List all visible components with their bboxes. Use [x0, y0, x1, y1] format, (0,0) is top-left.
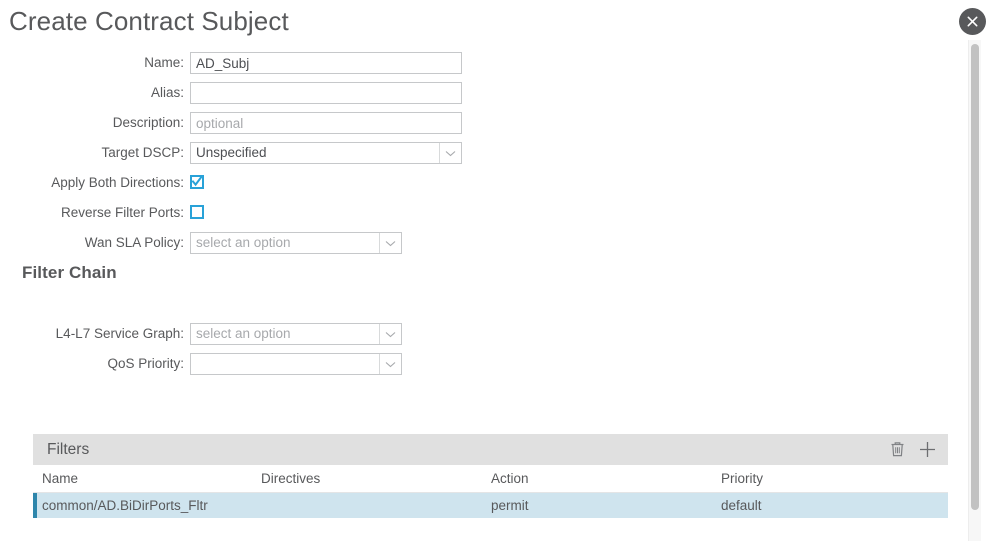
chevron-down-icon — [379, 324, 401, 344]
form-row-wan-sla-policy: Wan SLA Policy: select an option — [0, 232, 950, 262]
field-wrap-wan-sla-policy: select an option — [190, 232, 402, 254]
delete-filter-button[interactable] — [882, 434, 912, 465]
field-wrap-name — [190, 52, 462, 74]
section-heading-filter-chain: Filter Chain — [22, 263, 117, 282]
chevron-down-icon — [379, 354, 401, 374]
column-header-action: Action — [491, 471, 529, 486]
wan-sla-policy-value: select an option — [196, 235, 291, 250]
label-target-dscp: Target DSCP: — [101, 145, 184, 160]
filters-panel-title: Filters — [47, 440, 90, 458]
label-name: Name: — [144, 55, 184, 70]
chevron-down-icon — [379, 233, 401, 253]
column-header-priority: Priority — [721, 471, 764, 486]
filter-chain-form: L4-L7 Service Graph: select an option Qo… — [0, 323, 950, 383]
form-row-alias: Alias: — [0, 82, 950, 112]
form-row-qos-priority: QoS Priority: — [0, 353, 950, 383]
close-button[interactable] — [959, 8, 986, 35]
cell-action: permit — [491, 498, 529, 513]
field-wrap-description — [190, 112, 462, 134]
field-wrap-reverse-filter-ports — [190, 202, 204, 219]
target-dscp-select[interactable]: Unspecified — [190, 142, 462, 164]
apply-both-directions-checkbox[interactable] — [190, 175, 204, 189]
qos-priority-select[interactable] — [190, 353, 402, 375]
label-description: Description: — [112, 115, 184, 130]
plus-icon — [919, 441, 936, 458]
vertical-scrollbar-thumb[interactable] — [971, 44, 979, 510]
column-header-directives: Directives — [261, 471, 321, 486]
description-input[interactable] — [190, 112, 462, 134]
label-reverse-filter-ports: Reverse Filter Ports: — [60, 205, 184, 220]
field-wrap-apply-both-directions — [190, 172, 204, 189]
form-row-name: Name: — [0, 52, 950, 82]
close-icon — [959, 8, 986, 35]
l4l7-service-graph-select[interactable]: select an option — [190, 323, 402, 345]
trash-icon — [890, 441, 905, 458]
label-qos-priority: QoS Priority: — [107, 356, 184, 371]
contract-subject-form: Name: Alias: Description: Target DSCP: U… — [0, 52, 950, 262]
name-input[interactable] — [190, 52, 462, 74]
label-apply-both-directions: Apply Both Directions: — [51, 175, 184, 190]
form-row-l4l7-service-graph: L4-L7 Service Graph: select an option — [0, 323, 950, 353]
cell-priority: default — [721, 498, 762, 513]
label-l4l7-service-graph: L4-L7 Service Graph: — [55, 326, 184, 341]
field-wrap-qos-priority — [190, 353, 402, 375]
filters-table-header: Name Directives Action Priority — [33, 465, 948, 493]
label-alias: Alias: — [150, 85, 184, 100]
chevron-down-icon — [439, 143, 461, 163]
field-wrap-alias — [190, 82, 462, 104]
form-row-reverse-filter-ports: Reverse Filter Ports: — [0, 202, 950, 232]
cell-name: common/AD.BiDirPorts_Fltr — [42, 498, 208, 513]
form-row-target-dscp: Target DSCP: Unspecified — [0, 142, 950, 172]
filters-panel-header: Filters — [33, 434, 948, 465]
field-wrap-target-dscp: Unspecified — [190, 142, 462, 164]
column-header-name: Name — [42, 471, 79, 486]
label-wan-sla-policy: Wan SLA Policy: — [84, 235, 184, 250]
reverse-filter-ports-checkbox[interactable] — [190, 205, 204, 219]
alias-input[interactable] — [190, 82, 462, 104]
add-filter-button[interactable] — [912, 434, 942, 465]
form-row-description: Description: — [0, 112, 950, 142]
l4l7-service-graph-value: select an option — [196, 326, 291, 341]
field-wrap-l4l7-service-graph: select an option — [190, 323, 402, 345]
page-title: Create Contract Subject — [9, 6, 289, 36]
wan-sla-policy-select[interactable]: select an option — [190, 232, 402, 254]
target-dscp-value: Unspecified — [196, 145, 267, 160]
row-selected-accent — [33, 493, 37, 518]
form-row-apply-both-directions: Apply Both Directions: — [0, 172, 950, 202]
filters-panel: Filters Name Directives Action Priority … — [33, 434, 948, 518]
table-row[interactable]: common/AD.BiDirPorts_Fltr permit default — [33, 493, 948, 518]
